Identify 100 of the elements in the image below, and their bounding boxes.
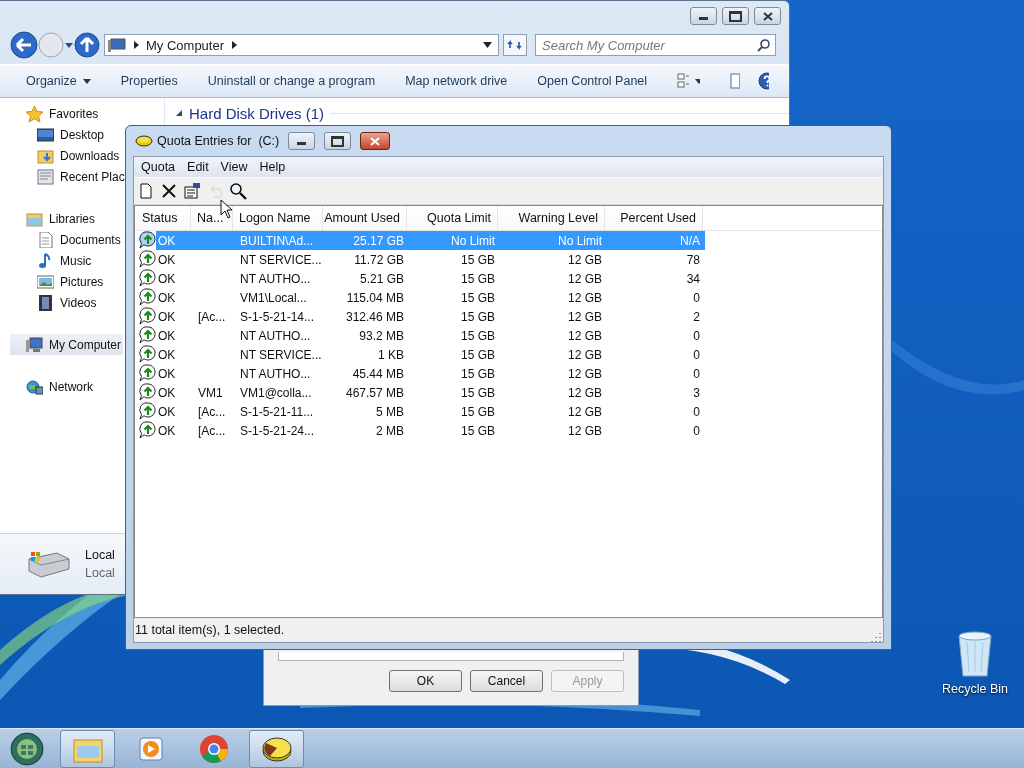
- desktop-icon-label[interactable]: Recycle Bin: [942, 682, 1008, 696]
- preview-pane-icon[interactable]: [730, 73, 740, 89]
- toolbar-button[interactable]: Open Control Panel: [537, 74, 648, 88]
- menu-item[interactable]: Help: [253, 160, 292, 174]
- status-icon: [139, 250, 157, 268]
- table-cell-text: OK: [157, 308, 177, 326]
- table-row[interactable]: OK [Ac... S-1-5-21-14... 312.46 MB 15 GB 12 GB 2: [156, 307, 705, 326]
- table-row[interactable]: OK [Ac... S-1-5-21-11... 5 MB 15 GB 12 GB 0: [156, 402, 705, 421]
- sidebar-item[interactable]: Pictures: [37, 271, 104, 292]
- computer-icon: [26, 336, 43, 353]
- new-page-icon[interactable]: [137, 182, 155, 200]
- maximize-button[interactable]: [324, 132, 352, 150]
- column-header[interactable]: Amount Used: [323, 206, 407, 230]
- status-icon: [139, 307, 157, 325]
- address-text: My Computer: [146, 37, 225, 53]
- start-button[interactable]: [7, 729, 47, 768]
- status-icon: [139, 269, 157, 287]
- table-cell-text: 0: [692, 403, 701, 421]
- properties-icon[interactable]: [183, 182, 201, 200]
- table-row[interactable]: OK NT SERVICE... 1 KB 15 GB 12 GB 0: [156, 345, 705, 364]
- search-field[interactable]: Search My Computer: [535, 34, 776, 56]
- sidebar-item[interactable]: Recent Plac: [37, 166, 125, 187]
- sidebar-item[interactable]: My Computer: [10, 334, 124, 355]
- caret-icon[interactable]: [483, 42, 492, 48]
- close-button[interactable]: [360, 132, 391, 150]
- table-cell-text: [Ac...: [197, 308, 227, 326]
- table-cell-text: 312.46 MB: [344, 308, 405, 326]
- collapse-icon[interactable]: [175, 109, 183, 117]
- table-cell-text: N/A: [679, 232, 701, 250]
- delete-icon[interactable]: [160, 182, 178, 200]
- text-field[interactable]: [278, 652, 624, 661]
- status-icon: [139, 326, 157, 344]
- sidebar-item[interactable]: Libraries: [26, 208, 96, 229]
- table-cell-text: 467.57 MB: [344, 384, 405, 402]
- table-cell-text: NT SERVICE...: [239, 346, 323, 364]
- status-text: 11 total item(s), 1 selected.: [135, 623, 285, 637]
- table-cell-text: [Ac...: [197, 403, 227, 421]
- dialog-button[interactable]: OK: [389, 670, 462, 692]
- table-cell-text: 12 GB: [566, 384, 603, 402]
- sidebar-item[interactable]: Music: [37, 250, 92, 271]
- column-header[interactable]: Percent Used: [605, 206, 703, 230]
- minimize-button[interactable]: [288, 132, 316, 150]
- recycle-bin-icon[interactable]: [955, 630, 995, 678]
- column-header[interactable]: Na...: [191, 206, 233, 230]
- menu-item[interactable]: Edit: [181, 160, 215, 174]
- table-cell-text: [Ac...: [197, 422, 227, 440]
- maximize-button[interactable]: [722, 7, 749, 25]
- table-cell-text: 15 GB: [459, 327, 496, 345]
- table-row[interactable]: OK NT AUTHO... 45.44 MB 15 GB 12 GB 0: [156, 364, 705, 383]
- table-cell-text: 12 GB: [566, 308, 603, 326]
- search-icon: [757, 38, 771, 52]
- menu-item[interactable]: Quota: [135, 160, 182, 174]
- sidebar-item[interactable]: Desktop: [37, 124, 105, 145]
- minimize-button[interactable]: [690, 7, 717, 25]
- refresh-button[interactable]: [503, 34, 527, 56]
- close-button[interactable]: [754, 7, 781, 25]
- table-row[interactable]: OK NT AUTHO... 93.2 MB 15 GB 12 GB 0: [156, 326, 705, 345]
- sidebar-item[interactable]: Downloads: [37, 145, 120, 166]
- toolbar-button[interactable]: Map network drive: [405, 74, 508, 88]
- sidebar-item[interactable]: Network: [26, 376, 93, 397]
- table-cell-text: 15 GB: [459, 422, 496, 440]
- status-icon: [139, 288, 157, 306]
- sidebar-item[interactable]: Documents: [37, 229, 121, 250]
- address-bar[interactable]: My Computer: [104, 34, 499, 56]
- back-button[interactable]: [10, 31, 38, 59]
- table-row[interactable]: OK NT AUTHO... 5.21 GB 15 GB 12 GB 34: [156, 269, 705, 288]
- up-button[interactable]: [74, 32, 100, 58]
- table-row[interactable]: OK VM1\Local... 115.04 MB 15 GB 12 GB 0: [156, 288, 705, 307]
- table-cell-text: 15 GB: [459, 289, 496, 307]
- window-title: Quota Entries for (C:): [157, 134, 280, 148]
- caret-icon[interactable]: [64, 41, 74, 49]
- view-options-icon[interactable]: [677, 73, 690, 89]
- caret-icon[interactable]: [695, 78, 701, 84]
- menu-item[interactable]: View: [214, 160, 254, 174]
- table-cell-text: 15 GB: [459, 403, 496, 421]
- toolbar-button[interactable]: Organize: [26, 74, 91, 88]
- table-cell-text: 2 MB: [375, 422, 405, 440]
- table-row[interactable]: OK VM1 VM1@colla... 467.57 MB 15 GB 12 GB 3: [156, 383, 705, 402]
- taskbar-button[interactable]: [249, 729, 304, 768]
- column-header[interactable]: Warning Level: [498, 206, 605, 230]
- search-icon[interactable]: [229, 182, 247, 200]
- column-header[interactable]: Quota Limit: [407, 206, 498, 230]
- table-row[interactable]: OK NT SERVICE... 11.72 GB 15 GB 12 GB 78: [156, 250, 705, 269]
- chevron-icon: [230, 41, 239, 49]
- sidebar-item[interactable]: Videos: [37, 292, 97, 313]
- column-header[interactable]: Logon Name: [233, 206, 323, 230]
- drive-detail: Local: [85, 566, 115, 580]
- help-icon[interactable]: [758, 72, 769, 90]
- table-cell-text: S-1-5-21-24...: [239, 422, 316, 440]
- resize-grip-icon[interactable]: [871, 632, 881, 642]
- column-header[interactable]: Status: [136, 206, 191, 230]
- sidebar-item[interactable]: Favorites: [26, 103, 99, 124]
- close-icon: [762, 11, 773, 21]
- table-cell-text: 12 GB: [566, 403, 603, 421]
- toolbar-button[interactable]: Properties: [120, 74, 178, 88]
- table-row[interactable]: OK [Ac... S-1-5-21-24... 2 MB 15 GB 12 GB 0: [156, 421, 705, 440]
- dialog-button[interactable]: Cancel: [470, 670, 543, 692]
- table-cell-text: OK: [157, 365, 177, 383]
- table-cell-text: 5 MB: [375, 403, 405, 421]
- toolbar-button[interactable]: Uninstall or change a program: [207, 74, 376, 88]
